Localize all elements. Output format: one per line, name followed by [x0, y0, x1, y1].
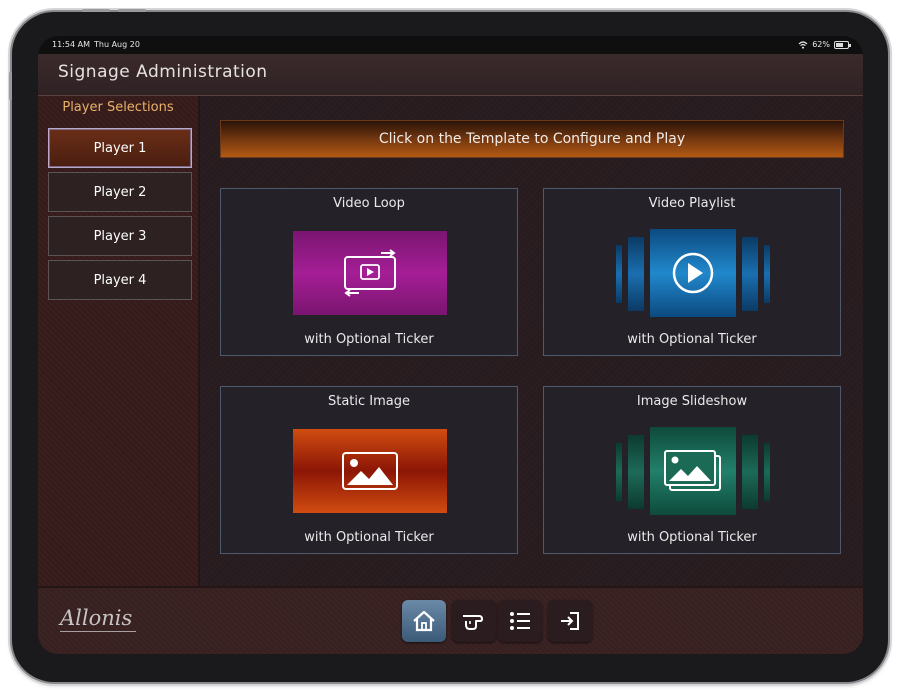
template-subtitle: with Optional Ticker: [304, 332, 434, 347]
home-icon: [413, 610, 435, 632]
image-stack-icon: [664, 450, 721, 491]
static-image-thumbnail: [293, 429, 447, 513]
player-label: Player 2: [93, 184, 147, 200]
exit-icon: [561, 612, 579, 630]
status-date: Thu Aug 20: [94, 40, 140, 49]
volume-up-button: [82, 9, 110, 12]
player-label: Player 3: [93, 228, 147, 244]
player-3-button[interactable]: Player 3: [48, 216, 192, 256]
template-title: Image Slideshow: [636, 394, 748, 409]
template-subtitle: with Optional Ticker: [627, 530, 757, 545]
template-title: Video Playlist: [648, 196, 736, 211]
template-subtitle: with Optional Ticker: [627, 332, 757, 347]
exit-button[interactable]: [548, 600, 592, 642]
image-slideshow-thumbnail: [614, 427, 772, 517]
template-video-playlist[interactable]: Video Playlist with Optional Ticker: [543, 188, 841, 356]
volume-down-button: [118, 9, 146, 12]
side-button: [9, 72, 12, 100]
allonis-logo: Allonis: [60, 606, 133, 630]
status-indicators: 62%: [798, 36, 851, 54]
template-title: Video Loop: [333, 196, 405, 211]
player-2-button[interactable]: Player 2: [48, 172, 192, 212]
sidebar: Player Selections Player 1 Player 2 Play…: [38, 96, 198, 586]
battery-icon: [834, 41, 851, 49]
page-title: Signage Administration: [58, 62, 268, 82]
player-label: Player 1: [93, 140, 147, 156]
header: Signage Administration: [38, 54, 863, 96]
instruction-banner: Click on the Template to Configure and P…: [220, 120, 844, 158]
tablet-frame: 11:54 AM Thu Aug 20 62% Signage Administ…: [9, 9, 888, 682]
wifi-icon: [798, 41, 808, 49]
footer: Allonis: [38, 588, 863, 654]
status-time: 11:54 AM: [52, 40, 90, 49]
main-content: Click on the Template to Configure and P…: [200, 96, 863, 586]
player-label: Player 4: [93, 272, 147, 288]
logo-underline: [60, 631, 136, 632]
template-video-loop[interactable]: Video Loop with Optional Ticker: [220, 188, 518, 356]
control-button[interactable]: [452, 600, 496, 642]
play-icon: [672, 252, 714, 294]
image-icon: [342, 452, 398, 490]
app-screen: 11:54 AM Thu Aug 20 62% Signage Administ…: [38, 36, 863, 654]
battery-percent: 62%: [812, 40, 830, 49]
template-image-slideshow[interactable]: Image Slideshow with Optional Ticker: [543, 386, 841, 554]
player-4-button[interactable]: Player 4: [48, 260, 192, 300]
status-bar: 11:54 AM Thu Aug 20 62%: [38, 36, 863, 54]
video-loop-icon: [344, 249, 396, 297]
pointing-hand-icon: [463, 615, 483, 630]
video-playlist-thumbnail: [614, 229, 772, 319]
template-static-image[interactable]: Static Image with Optional Ticker: [220, 386, 518, 554]
template-subtitle: with Optional Ticker: [304, 530, 434, 545]
template-title: Static Image: [327, 394, 411, 409]
list-icon: [510, 612, 530, 630]
list-button[interactable]: [498, 600, 542, 642]
sidebar-title: Player Selections: [62, 100, 174, 115]
player-1-button[interactable]: Player 1: [48, 128, 192, 168]
video-loop-thumbnail: [293, 231, 447, 315]
home-button[interactable]: [402, 600, 446, 642]
